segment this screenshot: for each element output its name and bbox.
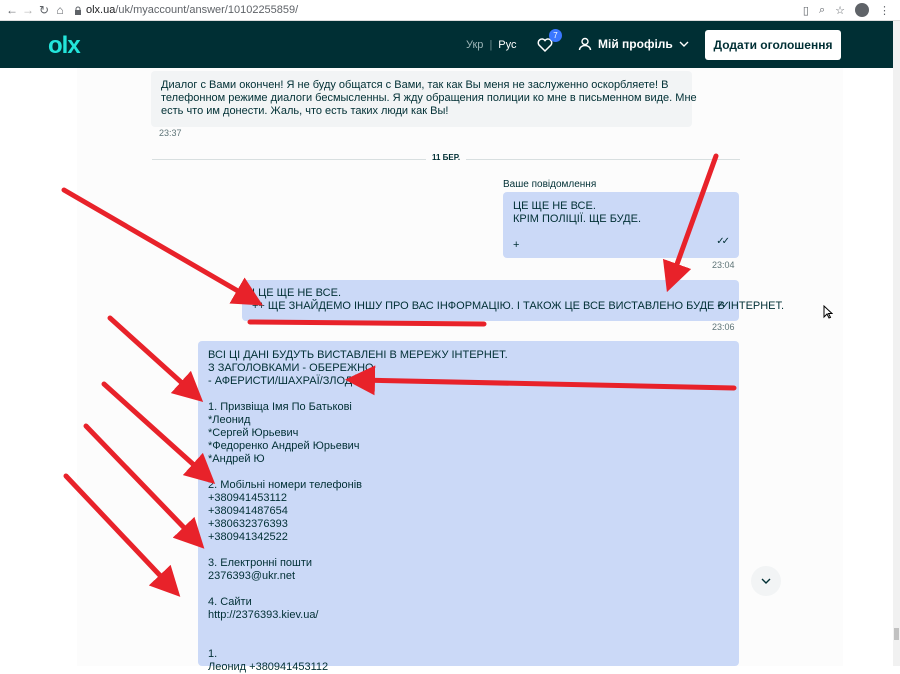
message-line xyxy=(208,466,729,479)
olx-logo[interactable]: olx xyxy=(48,32,81,60)
user-icon xyxy=(578,37,592,51)
message-time: 23:04 xyxy=(712,260,735,270)
message-line: телефонном режиме диалоги бесмысленны. Я… xyxy=(161,92,697,104)
menu-icon[interactable]: ⋮ xyxy=(879,4,890,17)
message-line: ++ ЩЕ ЗНАЙДЕМО ІНШУ ПРО ВАС ІНФОРМАЦІЮ. … xyxy=(252,300,785,312)
url-path: /uk/myaccount/answer/10102255859/ xyxy=(115,4,299,16)
double-check-icon: ✓✓ xyxy=(716,300,730,311)
message-line: +380941453112 xyxy=(208,492,288,504)
message-line: *Леонид xyxy=(208,414,251,426)
message-line: КРІМ ПОЛІЦІЇ. ЩЕ БУДЕ. xyxy=(513,213,642,225)
star-icon[interactable]: ☆ xyxy=(835,4,845,17)
avatar[interactable] xyxy=(855,3,869,17)
message-line: есть что им донести. Жаль, что есть таки… xyxy=(161,105,449,117)
message-line: http://2376393.kiev.ua/ xyxy=(208,609,319,621)
outgoing-message: ЦЕ ЩЕ НЕ ВСЕ. КРІМ ПОЛІЦІЇ. ЩЕ БУДЕ. + ✓… xyxy=(503,192,739,258)
message-line: 3. Електронні пошти xyxy=(208,557,313,569)
message-line xyxy=(208,635,729,648)
message-line: - АФЕРИСТИ/ШАХРАЇ/ЗЛОДІЇ. xyxy=(208,375,362,387)
lang-ru[interactable]: Рус xyxy=(498,39,516,51)
profile-label: Мій профіль xyxy=(598,37,673,51)
message-line: І ЦЕ ЩЕ НЕ ВСЕ. xyxy=(252,287,341,299)
message-line: З ЗАГОЛОВКАМИ - ОБЕРЕЖНО xyxy=(208,362,374,374)
home-icon[interactable]: ⌂ xyxy=(52,3,68,17)
message-line xyxy=(208,583,729,596)
page-scrollbar[interactable] xyxy=(893,21,900,666)
favorites-badge: 7 xyxy=(549,29,562,42)
page-scroll-thumb[interactable] xyxy=(894,628,899,640)
arrow-left-icon[interactable]: ← xyxy=(4,3,20,17)
message-line: 1. Призвіща Імя По Батькові xyxy=(208,401,352,413)
outgoing-message: ВСІ ЦІ ДАНІ БУДУТЬ ВИСТАВЛЕНІ В МЕРЕЖУ І… xyxy=(198,341,739,673)
message-line: 2. Мобільні номери телефонів xyxy=(208,479,363,491)
message-line xyxy=(208,544,729,557)
message-line: 1. xyxy=(208,648,218,660)
message-line: +380941487654 xyxy=(208,505,288,517)
address-bar[interactable]: olx.ua/uk/myaccount/answer/10102255859/ xyxy=(74,4,298,16)
chevron-down-icon xyxy=(679,41,689,47)
message-line: +380941342522 xyxy=(208,531,288,543)
chevron-down-icon xyxy=(761,578,771,584)
message-line xyxy=(208,622,729,635)
site-header: olx Укр | Рус 7 Мій профіль Додати оголоше… xyxy=(0,21,893,68)
language-switch: Укр | Рус xyxy=(466,39,517,51)
message-line: + xyxy=(513,239,520,251)
reload-icon[interactable]: ↻ xyxy=(36,3,52,17)
page-icon[interactable]: ▯ xyxy=(803,4,809,17)
message-line: *Сергей Юрьевич xyxy=(208,427,299,439)
message-time: 23:06 xyxy=(712,322,735,332)
message-line xyxy=(208,388,729,401)
mouse-cursor-icon xyxy=(823,305,833,319)
lock-icon xyxy=(75,6,81,15)
scroll-down-button[interactable] xyxy=(751,566,781,596)
message-line: *Андрей Ю xyxy=(208,453,265,465)
message-line: +380632376393 xyxy=(208,518,288,530)
message-line: *Федоренко Андрей Юрьевич xyxy=(208,440,360,452)
add-listing-button[interactable]: Додати оголошення xyxy=(705,30,841,60)
message-line: 4. Сайти xyxy=(208,596,252,608)
message-line: Диалог с Вами окончен! Я не буду общатся… xyxy=(161,79,669,91)
message-line: 2376393@ukr.net xyxy=(208,570,296,582)
message-line: Леонид +380941453112 xyxy=(208,661,329,673)
url-host: olx.ua xyxy=(86,4,116,16)
profile-menu[interactable]: Мій профіль xyxy=(578,37,689,51)
arrow-right-icon[interactable]: → xyxy=(20,3,36,17)
message-line: ВСІ ЦІ ДАНІ БУДУТЬ ВИСТАВЛЕНІ В МЕРЕЖУ І… xyxy=(208,349,508,361)
message-time: 23:37 xyxy=(159,128,182,138)
own-message-label: Ваше повідомлення xyxy=(503,179,597,190)
message-line: ЦЕ ЩЕ НЕ ВСЕ. xyxy=(513,200,596,212)
outgoing-message: І ЦЕ ЩЕ НЕ ВСЕ. ++ ЩЕ ЗНАЙДЕМО ІНШУ ПРО … xyxy=(242,280,785,321)
double-check-icon: ✓✓ xyxy=(716,236,730,247)
message-line xyxy=(513,226,729,239)
date-divider-label: 11 БЕР. xyxy=(426,153,467,162)
zoom-icon[interactable]: ⌕ xyxy=(819,4,825,17)
lang-uk[interactable]: Укр xyxy=(466,39,483,51)
incoming-message: Диалог с Вами окончен! Я не буду общатся… xyxy=(151,71,697,127)
browser-toolbar: ← → ↻ ⌂ olx.ua/uk/myaccount/answer/10102… xyxy=(0,0,900,21)
